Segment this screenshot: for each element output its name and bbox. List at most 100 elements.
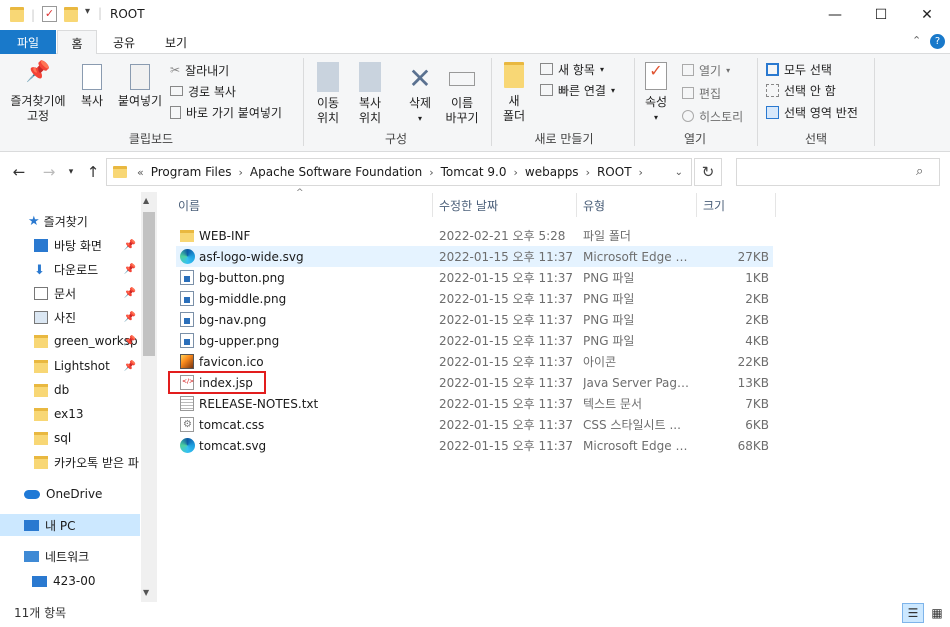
breadcrumb-program-files[interactable]: Program Files [148, 165, 235, 179]
nav-item[interactable]: sql [0, 427, 140, 449]
cut-button[interactable]: ✂ 잘라내기 [170, 60, 229, 80]
file-row[interactable]: bg-upper.png 2022-01-15 오후 11:37 PNG 파일 4KB [176, 330, 773, 351]
pin-quick-access-button[interactable]: 📌 즐겨찾기에 고정 [6, 61, 70, 124]
maximize-button[interactable]: ☐ [858, 0, 904, 30]
nav-item[interactable]: 사진 📌 [0, 306, 140, 328]
properties-quick-icon[interactable]: ✓ [42, 6, 57, 22]
address-dropdown-icon[interactable]: ⌄ [675, 167, 683, 178]
breadcrumb-webapps[interactable]: webapps [522, 165, 582, 179]
chevron-right-icon[interactable]: › [425, 166, 437, 179]
invert-selection-button[interactable]: 선택 영역 반전 [766, 102, 858, 122]
breadcrumb-root[interactable]: ROOT [594, 165, 635, 179]
column-date[interactable]: 수정한 날짜 [439, 192, 577, 218]
file-row[interactable]: asf-logo-wide.svg 2022-01-15 오후 11:37 Micr… [176, 246, 773, 267]
tab-share[interactable]: 공유 [100, 30, 148, 54]
new-folder-quick-icon[interactable] [64, 7, 78, 22]
history-button[interactable]: 히스토리 [682, 106, 743, 126]
rename-button[interactable]: 이름 바꾸기 [440, 62, 484, 126]
move-to-button[interactable]: 이동 위치 [308, 62, 348, 126]
status-item-count: 11개 항목 [14, 606, 67, 620]
file-row[interactable]: RELEASE-NOTES.txt 2022-01-15 오후 11:37 텍스트 … [176, 393, 773, 414]
file-row[interactable]: bg-button.png 2022-01-15 오후 11:37 PNG 파일 1K… [176, 267, 773, 288]
nav-item[interactable]: ex13 [0, 403, 140, 425]
nav-network[interactable]: 네트워크 [0, 545, 140, 567]
nav-onedrive[interactable]: OneDrive [0, 483, 140, 505]
paste-button[interactable]: 붙여넣기 [114, 64, 166, 109]
group-divider [303, 58, 304, 146]
ribbon-collapse-icon[interactable]: ⌃ [912, 34, 921, 47]
nav-quick-access[interactable]: ★ 즐겨찾기 [0, 210, 140, 232]
nav-item[interactable]: 문서 📌 [0, 282, 140, 304]
breadcrumb-tomcat[interactable]: Tomcat 9.0 [438, 165, 510, 179]
nav-item[interactable]: db [0, 379, 140, 401]
nav-item[interactable]: Lightshot 📌 [0, 355, 140, 377]
customize-quick-access-icon[interactable]: ▾ [85, 6, 90, 17]
tab-view[interactable]: 보기 [152, 30, 200, 54]
copy-to-icon [359, 62, 381, 92]
file-row[interactable]: tomcat.css 2022-01-15 오후 11:37 CSS 스타일시트 .… [176, 414, 773, 435]
help-icon[interactable]: ? [930, 34, 945, 49]
nav-item[interactable]: green_worksp 📌 [0, 330, 140, 352]
large-icons-view-icon[interactable]: ▦ [926, 603, 948, 623]
nav-item[interactable]: 카카오톡 받은 파 [0, 451, 140, 473]
tab-home[interactable]: 홈 [57, 30, 97, 55]
open-button[interactable]: 열기 ▾ [682, 60, 730, 80]
nav-network-computer[interactable]: 423-00 [0, 570, 140, 592]
select-all-button[interactable]: 모두 선택 [766, 59, 832, 79]
chevron-right-icon[interactable]: › [635, 166, 647, 179]
details-view-icon[interactable]: ☰ [902, 603, 924, 623]
forward-arrow-icon[interactable]: → [38, 160, 60, 184]
column-divider[interactable] [432, 193, 433, 217]
column-divider[interactable] [576, 193, 577, 217]
breadcrumb-apache[interactable]: Apache Software Foundation [247, 165, 425, 179]
nav-item-label: Lightshot [54, 359, 110, 373]
close-button[interactable]: ✕ [904, 0, 950, 30]
file-row[interactable]: WEB-INF 2022-02-21 오후 5:28 파일 폴더 [176, 225, 773, 246]
scroll-down-icon[interactable]: ▼ [143, 588, 149, 597]
search-icon[interactable]: ⌕ [916, 164, 923, 179]
file-row[interactable]: favicon.ico 2022-01-15 오후 11:37 아이콘 22KB [176, 351, 773, 372]
copy-to-button[interactable]: 복사 위치 [350, 62, 390, 126]
properties-button[interactable]: ✓ 속성 ▾ [638, 62, 674, 125]
minimize-button[interactable]: — [812, 0, 858, 30]
file-row[interactable]: bg-nav.png 2022-01-15 오후 11:37 PNG 파일 2KB [176, 309, 773, 330]
file-type: CSS 스타일시트 ... [583, 418, 681, 432]
refresh-icon[interactable]: ↻ [694, 158, 722, 186]
nav-this-pc[interactable]: 내 PC [0, 514, 140, 536]
file-row[interactable]: bg-middle.png 2022-01-15 오후 11:37 PNG 파일 2K… [176, 288, 773, 309]
easy-access-button[interactable]: 빠른 연결 ▾ [540, 80, 615, 100]
file-row[interactable]: tomcat.svg 2022-01-15 오후 11:37 Microsoft E… [176, 435, 773, 456]
chevron-right-icon[interactable]: › [510, 166, 522, 179]
search-input[interactable] [736, 158, 940, 186]
new-folder-button[interactable]: 새 폴더 [496, 62, 532, 124]
edit-button[interactable]: 편집 [682, 83, 721, 103]
nav-item[interactable]: 바탕 화면 📌 [0, 234, 140, 256]
column-size[interactable]: 크기 [703, 192, 773, 218]
paste-shortcut-button[interactable]: 바로 가기 붙여넣기 [170, 102, 282, 122]
scroll-up-icon[interactable]: ▲ [143, 196, 149, 205]
back-arrow-icon[interactable]: ← [8, 160, 30, 184]
delete-button[interactable]: ✕ 삭제 ▾ [400, 62, 440, 126]
tab-file[interactable]: 파일 [0, 30, 56, 54]
column-divider[interactable] [696, 193, 697, 217]
breadcrumb-overflow[interactable]: « [133, 166, 148, 179]
copy-path-button[interactable]: 경로 복사 [170, 81, 236, 101]
folder-icon [34, 359, 48, 373]
select-none-button[interactable]: 선택 안 함 [766, 80, 836, 100]
nav-item[interactable]: ⬇ 다운로드 📌 [0, 258, 140, 280]
new-item-button[interactable]: 새 항목 ▾ [540, 59, 604, 79]
easy-access-dropdown-icon: ▾ [610, 85, 615, 95]
column-name[interactable]: 이름 [178, 192, 428, 218]
file-name: asf-logo-wide.svg [199, 249, 304, 264]
up-arrow-icon[interactable]: ↑ [82, 160, 104, 184]
address-bar[interactable]: « Program Files › Apache Software Founda… [106, 158, 692, 186]
file-name: favicon.ico [199, 354, 264, 369]
chevron-right-icon[interactable]: › [582, 166, 594, 179]
copy-label: 복사 [80, 94, 104, 108]
nav-scrollbar-thumb[interactable] [143, 212, 155, 356]
column-type[interactable]: 유형 [583, 192, 691, 218]
chevron-right-icon[interactable]: › [235, 166, 247, 179]
copy-button[interactable]: 복사 [74, 64, 110, 109]
recent-locations-icon[interactable]: ▾ [60, 160, 82, 184]
column-divider[interactable] [775, 193, 776, 217]
